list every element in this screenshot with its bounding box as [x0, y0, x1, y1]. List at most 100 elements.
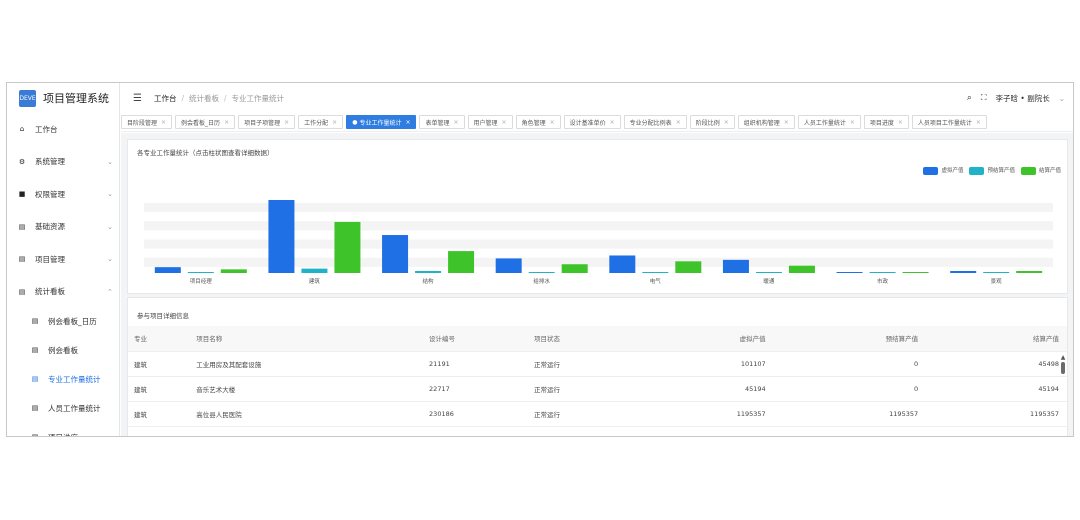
table-cell: 0: [773, 351, 927, 377]
table-row[interactable]: 建筑 工业用房及其配套设施 21191 正常运行 101107 0 45498: [128, 351, 1067, 377]
column-header[interactable]: 预结算产值: [773, 326, 927, 352]
breadcrumb-separator: /: [181, 93, 184, 103]
bar-结算产值-给排水[interactable]: [561, 264, 588, 273]
bar-预结算产值-给排水[interactable]: [528, 272, 555, 273]
tab[interactable]: 工作分配 ×: [298, 115, 344, 129]
bar-虚拟产值-结构[interactable]: [382, 235, 409, 273]
tab[interactable]: 目阶段管理 ×: [121, 115, 173, 129]
bar-结算产值-暖通[interactable]: [788, 265, 815, 273]
scroll-thumb[interactable]: [1061, 362, 1065, 374]
close-icon[interactable]: ×: [332, 119, 337, 126]
close-icon[interactable]: ×: [161, 119, 166, 126]
bar-预结算产值-项目经理[interactable]: [187, 272, 214, 273]
tab-bar: 目阶段管理 × 例会看板_日历 × 项目子项管理 × 工作分配 × ● 专业工作量统计 × 表单管理…: [121, 113, 1073, 132]
close-icon[interactable]: ×: [610, 119, 615, 126]
bar-预结算产值-结构[interactable]: [415, 271, 442, 273]
bar-预结算产值-市政[interactable]: [869, 272, 896, 273]
scroll-up-icon[interactable]: ▲: [1060, 354, 1066, 361]
sidebar-subitem[interactable]: ▤ 项目进度: [7, 425, 119, 437]
close-icon[interactable]: ×: [724, 119, 729, 126]
tab[interactable]: 项目子项管理 ×: [238, 115, 296, 129]
bar-预结算产值-景观[interactable]: [983, 272, 1010, 273]
x-tick-label: 暖通: [763, 277, 775, 285]
bar-预结算产值-电气[interactable]: [642, 272, 669, 273]
sidebar-subitem[interactable]: ▤ 人员工作量统计: [7, 396, 119, 420]
x-tick-label: 电气: [650, 277, 662, 285]
tab[interactable]: 设计基准单价 ×: [563, 115, 621, 129]
table-row[interactable]: 建筑 音乐艺术大楼 22717 正常运行 45194 0 45194: [128, 376, 1067, 402]
menu-toggle-icon[interactable]: ☰: [133, 93, 142, 104]
chevron-down-icon[interactable]: ⌄: [1059, 94, 1065, 103]
close-icon[interactable]: ×: [850, 119, 855, 126]
bar-虚拟产值-给排水[interactable]: [495, 258, 522, 273]
tab[interactable]: 用户管理 ×: [467, 115, 513, 129]
sidebar-item[interactable]: ▤ 统计看板 ⌃: [7, 280, 119, 304]
bar-结算产值-电气[interactable]: [675, 261, 702, 273]
sidebar-subitem-label: 例会看板: [48, 345, 78, 355]
close-icon[interactable]: ×: [676, 119, 681, 126]
bar-虚拟产值-建筑[interactable]: [268, 200, 295, 273]
sidebar-item[interactable]: ▤ 基础资源 ⌄: [7, 215, 119, 239]
vertical-scrollbar[interactable]: ▲: [1060, 354, 1066, 380]
close-icon[interactable]: ×: [405, 119, 410, 126]
chevron-icon: ⌄: [107, 222, 113, 231]
tab[interactable]: 人员工作量统计 ×: [797, 115, 861, 129]
bar-虚拟产值-电气[interactable]: [609, 255, 636, 273]
bar-虚拟产值-景观[interactable]: [950, 271, 977, 273]
column-header[interactable]: 结算产值: [926, 326, 1067, 352]
sidebar-subitem-label: 人员工作量统计: [48, 403, 101, 413]
bar-虚拟产值-市政[interactable]: [836, 272, 863, 273]
bar-虚拟产值-项目经理[interactable]: [154, 267, 181, 273]
tab[interactable]: 专业分配比例表 ×: [623, 115, 687, 129]
bar-结算产值-结构[interactable]: [448, 251, 475, 273]
close-icon[interactable]: ×: [976, 119, 981, 126]
tab-label: 人员项目工作量统计: [917, 119, 972, 127]
tab[interactable]: 组织机构管理 ×: [737, 115, 795, 129]
sidebar-subitem[interactable]: ▤ 专业工作量统计: [7, 367, 119, 391]
bar-结算产值-市政[interactable]: [902, 272, 929, 273]
bar-预结算产值-建筑[interactable]: [301, 268, 328, 273]
table-card: 参与项目详细信息 专业 项目名称 设计编号 项目状态 虚拟产值 预结算产值 结算产值 建筑工…: [127, 297, 1068, 436]
bar-结算产值-建筑[interactable]: [334, 221, 361, 273]
tab-label: 项目子项管理: [244, 119, 281, 127]
sidebar-item[interactable]: ⌂ 工作台: [7, 117, 119, 141]
sidebar-item-label: 权限管理: [35, 189, 65, 199]
sidebar-item[interactable]: ⚙ 系统管理 ⌄: [7, 150, 119, 174]
close-icon[interactable]: ×: [502, 119, 507, 126]
close-icon[interactable]: ×: [784, 119, 789, 126]
column-header[interactable]: 项目状态: [527, 326, 633, 352]
breadcrumb-item[interactable]: 工作台: [154, 93, 177, 104]
tab[interactable]: 人员项目工作量统计 ×: [911, 115, 987, 129]
table-cell: 0: [773, 376, 927, 402]
fullscreen-icon[interactable]: ⛶: [981, 93, 987, 103]
close-icon[interactable]: ×: [284, 119, 289, 126]
user-name[interactable]: 李子晗 • 副院长: [996, 93, 1050, 104]
bar-结算产值-项目经理[interactable]: [220, 269, 247, 273]
tab[interactable]: 例会看板_日历 ×: [175, 115, 236, 129]
tab[interactable]: 表单管理 ×: [419, 115, 465, 129]
tab[interactable]: 阶段比例 ×: [689, 115, 735, 129]
tab[interactable]: 项目进度 ×: [863, 115, 909, 129]
tab-label: 用户管理: [473, 119, 498, 127]
close-icon[interactable]: ×: [224, 119, 229, 126]
sidebar: DEVE 项目管理系统 ⌂ 工作台 ⚙ 系统管理 ⌄ ■ 权限管理 ⌄ ▤ 基础资源 ⌄ ▤ 项目管理 ⌄…: [7, 83, 120, 437]
sidebar-subitem[interactable]: ▤ 例会看板: [7, 338, 119, 362]
column-header[interactable]: 设计编号: [423, 326, 528, 352]
close-icon[interactable]: ×: [550, 119, 555, 126]
tab[interactable]: ● 专业工作量统计 ×: [346, 115, 417, 129]
breadcrumb-item[interactable]: 统计看板: [189, 93, 219, 104]
close-icon[interactable]: ×: [454, 119, 459, 126]
sidebar-subitem[interactable]: ▤ 例会看板_日历: [7, 309, 119, 333]
sidebar-item[interactable]: ▤ 项目管理 ⌄: [7, 247, 119, 271]
column-header[interactable]: 虚拟产值: [632, 326, 774, 352]
bar-结算产值-景观[interactable]: [1016, 271, 1043, 273]
bar-虚拟产值-暖通[interactable]: [722, 259, 749, 273]
close-icon[interactable]: ×: [898, 119, 903, 126]
column-header[interactable]: 项目名称: [190, 326, 424, 352]
sidebar-item[interactable]: ■ 权限管理 ⌄: [7, 182, 119, 206]
tab[interactable]: 角色管理 ×: [515, 115, 561, 129]
table-row[interactable]: 建筑 高位县人民医院 230186 正常运行 1195357 1195357 1195357: [128, 401, 1067, 427]
bar-预结算产值-暖通[interactable]: [755, 272, 782, 273]
search-icon[interactable]: ⌕: [967, 93, 972, 103]
column-header[interactable]: 专业: [128, 326, 191, 352]
